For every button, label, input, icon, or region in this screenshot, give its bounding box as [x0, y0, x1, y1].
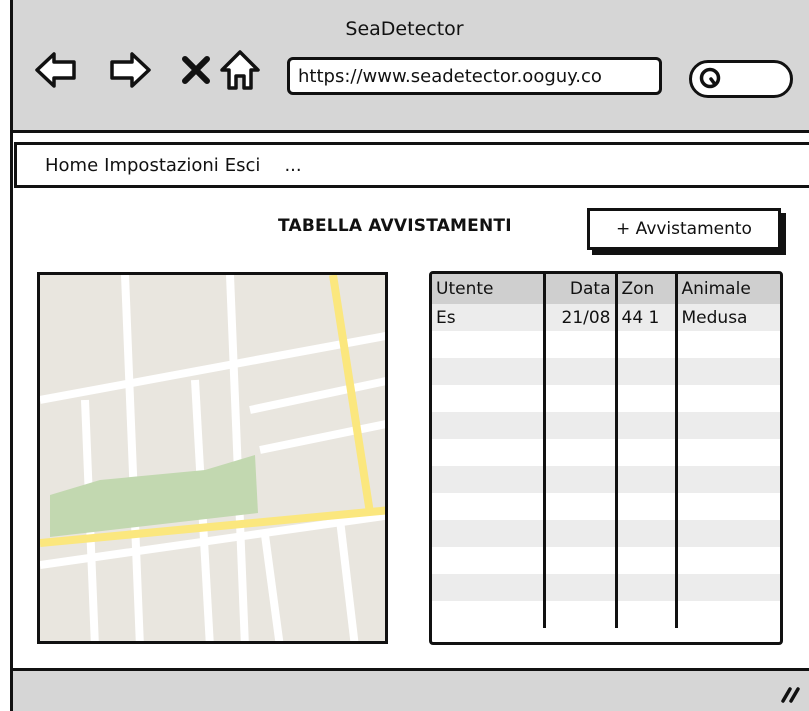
cell-data [542, 493, 616, 520]
page-title: TABELLA AVVISTAMENTI [278, 216, 512, 236]
cell-zona: 44 1 [614, 304, 676, 331]
url-input[interactable] [298, 65, 651, 87]
table-row[interactable] [432, 574, 780, 601]
cell-utente [432, 412, 544, 439]
cell-zona [614, 466, 676, 493]
cell-utente [432, 547, 544, 574]
table-row[interactable] [432, 439, 780, 466]
cell-zona [614, 493, 676, 520]
url-bar[interactable] [287, 57, 662, 95]
back-button[interactable] [34, 48, 78, 92]
cell-data [542, 331, 616, 358]
cell-utente: Es [432, 304, 544, 331]
cell-data [542, 385, 616, 412]
cell-animale [674, 547, 780, 574]
cell-animale [674, 466, 780, 493]
status-bar [13, 668, 809, 711]
home-button[interactable] [218, 48, 262, 92]
cell-zona [614, 439, 676, 466]
cell-utente [432, 358, 544, 385]
close-icon [182, 56, 210, 84]
cell-zona [614, 520, 676, 547]
forward-button[interactable] [108, 48, 152, 92]
search-icon [699, 67, 721, 89]
home-icon [220, 50, 260, 90]
add-sighting-button[interactable]: + Avvistamento [587, 208, 781, 250]
map-view[interactable] [37, 272, 388, 644]
arrow-right-icon [110, 52, 151, 88]
table-row[interactable] [432, 412, 780, 439]
cell-zona [614, 547, 676, 574]
arrow-left-icon [35, 52, 76, 88]
cell-data [542, 601, 616, 628]
cell-utente [432, 574, 544, 601]
table-row[interactable]: Es 21/08 44 1 Medusa [432, 304, 780, 331]
table-row[interactable] [432, 601, 780, 628]
menu-item-home[interactable]: Home [45, 155, 98, 176]
column-header-utente[interactable]: Utente [432, 274, 544, 304]
table-row[interactable] [432, 493, 780, 520]
table-row[interactable] [432, 547, 780, 574]
table-row[interactable] [432, 358, 780, 385]
cell-animale [674, 574, 780, 601]
sightings-table: Utente Data Zon Animale Es 21/08 44 1 Medus… [429, 271, 783, 645]
resize-grip-icon[interactable] [777, 681, 803, 705]
cell-zona [614, 385, 676, 412]
cell-zona [614, 331, 676, 358]
cell-utente [432, 520, 544, 547]
menu-item-esci[interactable]: Esci [225, 155, 261, 176]
cell-zona [614, 412, 676, 439]
cell-utente [432, 331, 544, 358]
cell-data [542, 358, 616, 385]
cell-zona [614, 601, 676, 628]
cell-data [542, 412, 616, 439]
table-row[interactable] [432, 466, 780, 493]
cell-animale [674, 493, 780, 520]
column-header-zona[interactable]: Zon [614, 274, 676, 304]
cell-data [542, 547, 616, 574]
cell-zona [614, 574, 676, 601]
cell-data [542, 574, 616, 601]
cell-utente [432, 385, 544, 412]
menu-bar: Home Impostazioni Esci ... [14, 142, 809, 188]
menu-item-more[interactable]: ... [284, 155, 301, 176]
cell-animale [674, 601, 780, 628]
search-input[interactable] [689, 60, 793, 98]
table-row[interactable] [432, 331, 780, 358]
cell-animale: Medusa [674, 304, 780, 331]
cell-utente [432, 439, 544, 466]
cell-animale [674, 520, 780, 547]
cell-data [542, 439, 616, 466]
cell-animale [674, 412, 780, 439]
cell-data [542, 520, 616, 547]
cell-animale [674, 439, 780, 466]
map-graphic [40, 275, 385, 641]
table-header-row: Utente Data Zon Animale [432, 274, 780, 304]
cell-animale [674, 358, 780, 385]
table-row[interactable] [432, 385, 780, 412]
cell-data [542, 466, 616, 493]
cell-zona [614, 358, 676, 385]
cell-utente [432, 601, 544, 628]
table-row[interactable] [432, 520, 780, 547]
stop-button[interactable] [174, 48, 218, 92]
column-header-data[interactable]: Data [542, 274, 616, 304]
cell-utente [432, 466, 544, 493]
cell-animale [674, 331, 780, 358]
menu-item-impostazioni[interactable]: Impostazioni [104, 155, 219, 176]
cell-data: 21/08 [542, 304, 616, 331]
cell-animale [674, 385, 780, 412]
window-title: SeaDetector [345, 18, 464, 40]
column-header-animale[interactable]: Animale [674, 274, 780, 304]
cell-utente [432, 493, 544, 520]
